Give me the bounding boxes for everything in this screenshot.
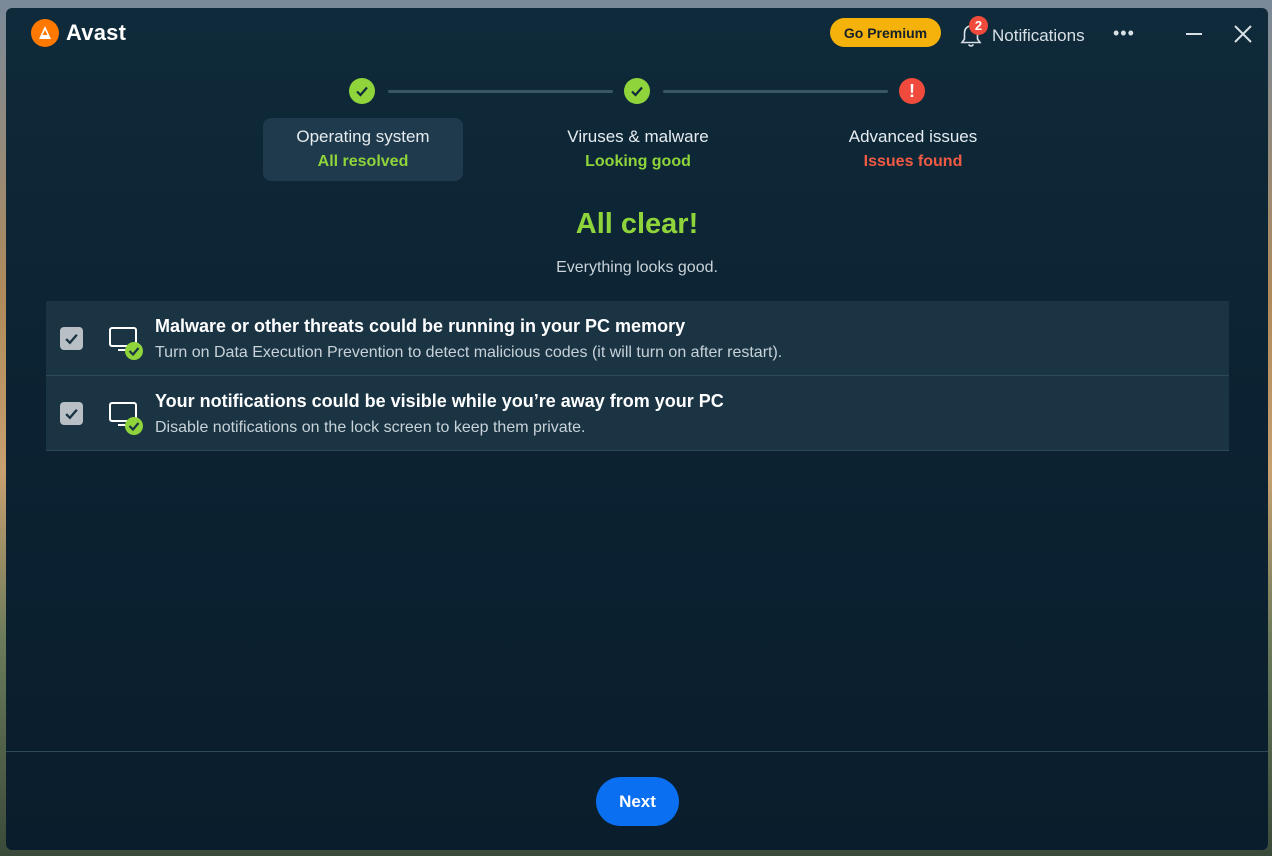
step-viruses-malware[interactable]: Viruses & malware Looking good [538, 118, 738, 181]
go-premium-button[interactable]: Go Premium [830, 18, 941, 47]
avast-logo-icon [31, 19, 59, 47]
notifications-label: Notifications [992, 26, 1085, 45]
step-1-check-icon [349, 78, 375, 104]
step-title: Advanced issues [848, 127, 978, 146]
check-icon [65, 333, 78, 345]
monitor-check-icon [109, 402, 143, 435]
bell-icon: 2 [958, 16, 988, 48]
step-2-check-icon [624, 78, 650, 104]
issue-description: Turn on Data Execution Prevention to det… [155, 344, 783, 361]
issue-list: Malware or other threats could be runnin… [46, 301, 1229, 451]
check-icon [65, 408, 78, 420]
step-status: All resolved [317, 153, 409, 170]
step-title: Viruses & malware [567, 127, 709, 146]
step-3-alert-icon: ! [899, 78, 925, 104]
step-advanced-issues[interactable]: Advanced issues Issues found [813, 118, 1013, 181]
monitor-check-icon [109, 327, 143, 360]
list-item: Your notifications could be visible whil… [46, 376, 1229, 451]
step-status: Looking good [585, 153, 691, 170]
issue-checkbox[interactable] [60, 327, 83, 350]
issue-title: Malware or other threats could be runnin… [155, 316, 686, 336]
result-headline: All clear! [575, 208, 699, 240]
app-name: Avast [66, 20, 127, 45]
app-window: Avast Go Premium 2 Notifications ••• ! O… [6, 8, 1268, 850]
step-status: Issues found [863, 153, 963, 170]
notifications-button[interactable]: 2 Notifications [958, 16, 1085, 48]
notification-count-badge: 2 [969, 16, 988, 35]
minimize-icon[interactable] [1186, 33, 1202, 35]
issue-title: Your notifications could be visible whil… [155, 391, 724, 411]
scan-stepper: ! Operating system All resolved Viruses … [6, 78, 1268, 198]
step-title: Operating system [296, 127, 430, 146]
list-item: Malware or other threats could be runnin… [46, 301, 1229, 376]
step-connector [663, 90, 888, 93]
footer-divider [6, 751, 1268, 752]
app-logo: Avast [30, 18, 126, 48]
next-button[interactable]: Next [596, 777, 679, 826]
issue-checkbox[interactable] [60, 402, 83, 425]
issue-description: Disable notifications on the lock screen… [155, 419, 586, 436]
step-connector [388, 90, 613, 93]
result-subline: Everything looks good. [556, 259, 718, 276]
step-operating-system[interactable]: Operating system All resolved [263, 118, 463, 181]
more-horizontal-icon[interactable]: ••• [1113, 24, 1135, 42]
title-bar: Avast Go Premium 2 Notifications ••• [6, 8, 1268, 60]
close-icon[interactable] [1233, 24, 1253, 44]
